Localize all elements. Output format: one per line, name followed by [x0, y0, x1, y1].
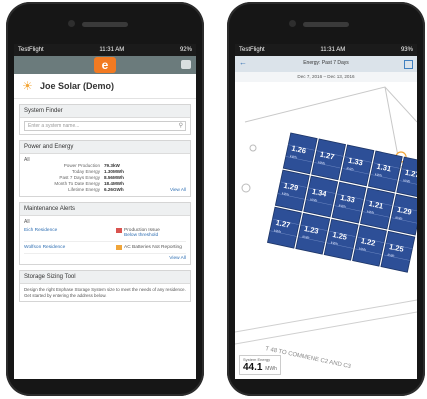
energy-unit: MWh [265, 366, 277, 372]
battery-label: 92% [179, 47, 192, 53]
site-name[interactable]: Wolfson Residence [24, 245, 116, 250]
front-camera [289, 20, 296, 27]
search-icon[interactable]: ⚲ [179, 122, 183, 130]
calendar-icon[interactable] [404, 60, 413, 69]
battery-label: 93% [400, 47, 413, 53]
warning-icon [116, 228, 122, 233]
panel-title: Storage Sizing Tool [20, 271, 190, 284]
front-camera [68, 20, 75, 27]
back-arrow-icon[interactable]: ← [239, 59, 247, 67]
status-bar: TestFlight 11:31 AM 93% [235, 44, 417, 56]
site-name[interactable]: Eich Residence [24, 228, 116, 238]
enphase-logo-icon[interactable]: e [94, 57, 116, 73]
system-finder-panel: System Finder Enter a system name... ⚲ [19, 104, 191, 135]
time-label: 11:31 AM [320, 47, 346, 53]
alert-row[interactable]: Wolfson Residence AC Batteries Not Repor… [24, 242, 186, 254]
sun-icon: ☀ [22, 79, 33, 93]
panel-title: System Finder [20, 105, 190, 118]
energy-number: 44.1 [243, 362, 263, 373]
array-layout-map: T 48 TO COMMENE C2 AND C3 1.26kWh 1.27kWh… [235, 82, 417, 379]
system-search-input[interactable]: Enter a system name... ⚲ [24, 121, 186, 131]
top-nav-bar: e [14, 56, 196, 74]
metric-value: 6.26GWh [104, 187, 124, 192]
metric-label: Lifetime Energy [68, 187, 100, 192]
menu-icon[interactable] [181, 60, 191, 69]
storage-sizing-panel: Storage Sizing Tool Design the right Enp… [19, 270, 191, 302]
maintenance-alerts-panel: Maintenance Alerts All Eich Residence Pr… [19, 202, 191, 265]
site-title: Joe Solar (Demo) [40, 81, 115, 91]
phone-left: TestFlight 11:31 AM 92% e ☀ Joe Solar (D… [6, 2, 204, 396]
status-bar: TestFlight 11:31 AM 92% [14, 44, 196, 56]
power-energy-panel: Power and Energy All Power Production 79.… [19, 140, 191, 197]
storage-description: Design the right Enphase Storage System … [24, 287, 186, 298]
screen-right: TestFlight 11:31 AM 93% ← Energy: Past 7… [235, 44, 417, 379]
phone-right: TestFlight 11:31 AM 93% ← Energy: Past 7… [227, 2, 425, 396]
view-all-link[interactable]: View All [169, 256, 186, 261]
nav-bar: ← Energy: Past 7 Days [235, 56, 417, 72]
speaker-grille [303, 22, 349, 27]
view-all-link[interactable]: View All [170, 187, 186, 193]
panel-title: Maintenance Alerts [20, 203, 190, 216]
alert-row[interactable]: Eich Residence Production Issue Below th… [24, 225, 186, 242]
system-energy-value: 44.1 MWh [243, 362, 277, 373]
site-header: ☀ Joe Solar (Demo) [14, 74, 196, 99]
time-label: 11:31 AM [99, 47, 125, 53]
alert-text: AC Batteries Not Reporting [124, 245, 182, 250]
carrier-label: TestFlight [239, 47, 265, 53]
nav-title: Energy: Past 7 Days [303, 60, 349, 66]
panel-title: Power and Energy [20, 141, 190, 154]
carrier-label: TestFlight [18, 47, 44, 53]
speaker-grille [82, 22, 128, 27]
battery-icon [116, 245, 122, 250]
screen-left: TestFlight 11:31 AM 92% e ☀ Joe Solar (D… [14, 44, 196, 379]
system-energy-box: System Energy 44.1 MWh [239, 355, 281, 375]
search-placeholder: Enter a system name... [28, 123, 80, 129]
alert-detail[interactable]: Below threshold [124, 233, 160, 238]
metric-row: Lifetime Energy 6.26GWh View All [24, 187, 186, 193]
